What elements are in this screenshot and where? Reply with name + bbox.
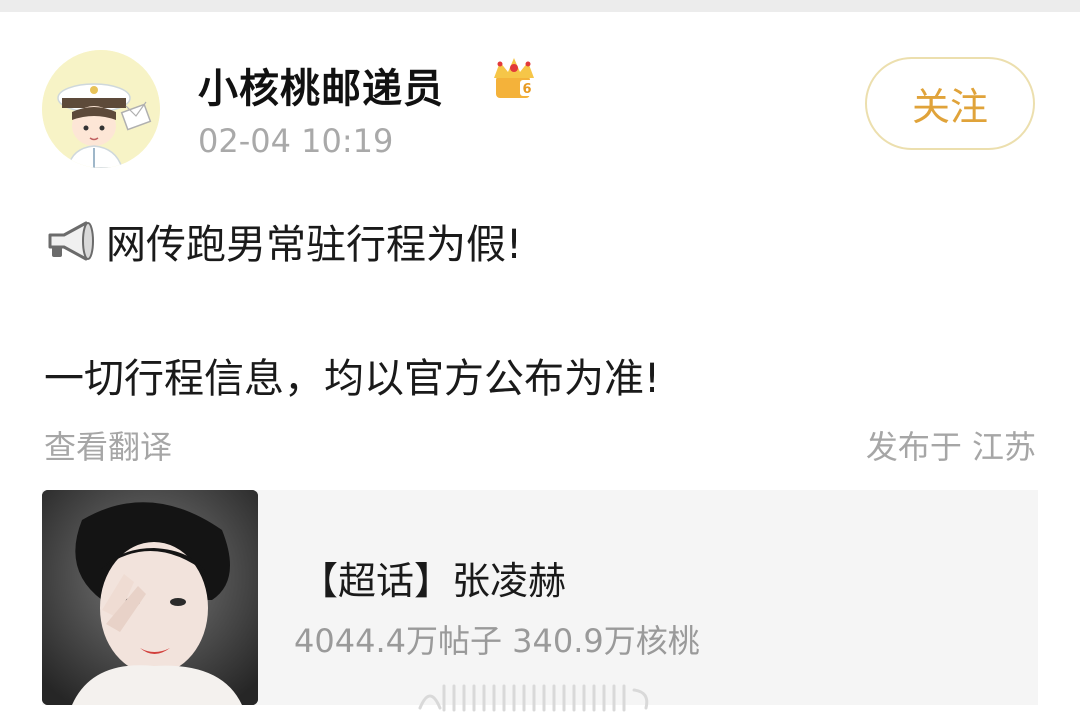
post-location: 发布于 江苏 bbox=[865, 428, 1036, 466]
supertopic-title: 【超话】张凌赫 bbox=[300, 559, 567, 603]
post-line-1-text: 网传跑男常驻行程为假! bbox=[106, 222, 523, 268]
badge-level: 6 bbox=[522, 82, 531, 97]
post-line-1: 网传跑男常驻行程为假! bbox=[44, 212, 522, 270]
crown-badge-icon: 6 bbox=[490, 56, 538, 100]
user-avatar[interactable] bbox=[42, 50, 160, 168]
supertopic-cover-image bbox=[42, 490, 258, 705]
top-divider bbox=[0, 0, 1080, 12]
watermark-mark bbox=[410, 678, 660, 718]
username[interactable]: 小核桃邮递员 bbox=[198, 56, 444, 114]
follow-button[interactable]: 关注 bbox=[865, 57, 1035, 150]
view-translation-link[interactable]: 查看翻译 bbox=[44, 422, 172, 468]
supertopic-card[interactable]: 【超话】张凌赫 4044.4万帖子 340.9万核桃 bbox=[42, 490, 1038, 705]
supertopic-stats: 4044.4万帖子 340.9万核桃 bbox=[294, 622, 700, 660]
post-line-2: 一切行程信息，均以官方公布为准! bbox=[44, 356, 661, 402]
megaphone-icon bbox=[48, 221, 94, 261]
post-timestamp: 02-04 10:19 bbox=[198, 122, 394, 160]
